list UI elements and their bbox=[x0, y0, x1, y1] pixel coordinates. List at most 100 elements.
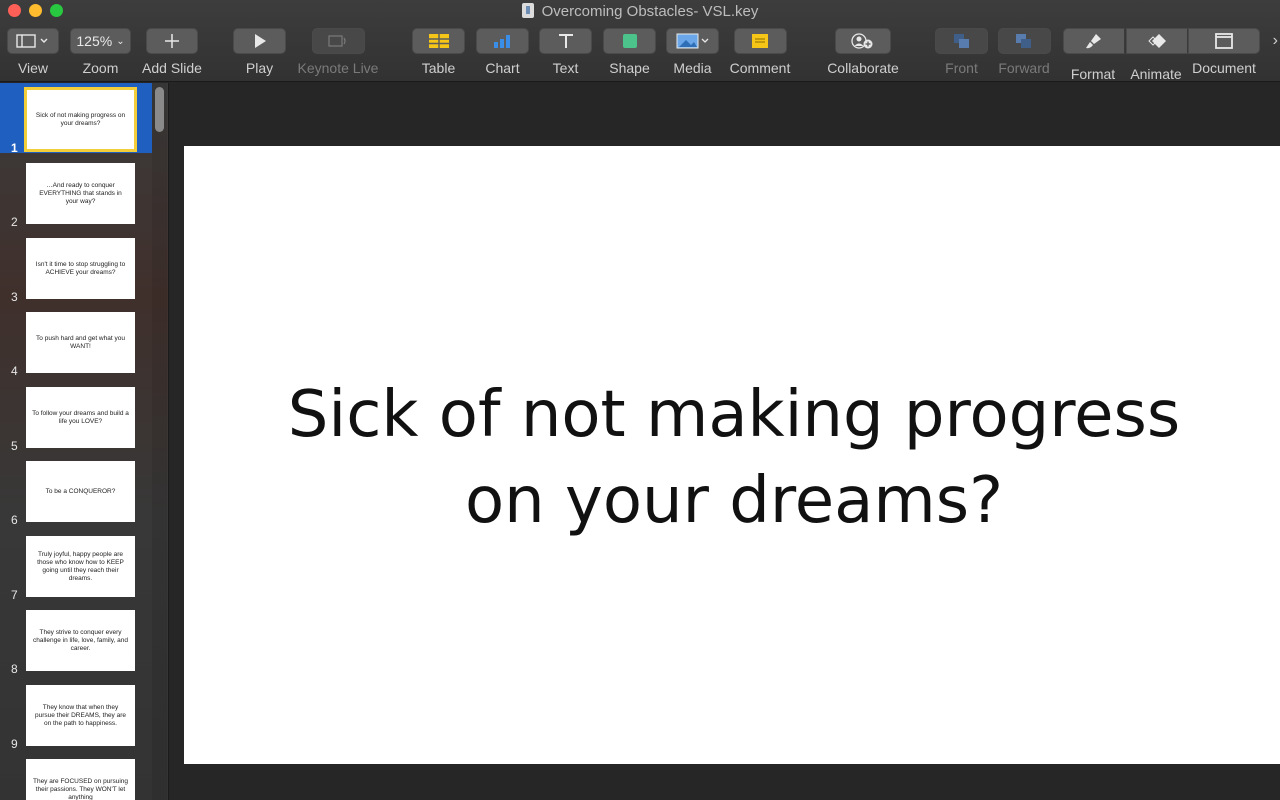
slide-thumbnail-text: They strive to conquer every challenge i… bbox=[26, 610, 135, 671]
document-label: Document bbox=[1192, 60, 1256, 76]
window-toolbar: Overcoming Obstacles- VSL.key View 125% … bbox=[0, 0, 1280, 82]
current-slide[interactable]: Sick of not making progress on your drea… bbox=[184, 146, 1280, 764]
zoom-label: Zoom bbox=[82, 60, 119, 76]
bring-to-front-button[interactable] bbox=[935, 28, 988, 54]
comment-icon bbox=[752, 34, 768, 48]
slide-thumbnail[interactable]: To follow your dreams and build a life y… bbox=[0, 381, 152, 453]
slide-thumbnail-text: To follow your dreams and build a life y… bbox=[26, 387, 135, 448]
slide-number: 1 bbox=[11, 141, 18, 155]
slide-thumbnail[interactable]: Truly joyful, happy people are those who… bbox=[0, 530, 152, 602]
slide-thumbnail-text: They know that when they pursue their DR… bbox=[26, 685, 135, 746]
slide-thumbnail[interactable]: …And ready to conquer EVERYTHING that st… bbox=[0, 157, 152, 229]
animate-button[interactable] bbox=[1125, 28, 1188, 54]
zoom-dropdown[interactable]: 125% ⌄ bbox=[70, 28, 131, 54]
bring-to-front-icon bbox=[953, 34, 969, 48]
add-slide-button[interactable] bbox=[146, 28, 198, 54]
slide-thumbnail-text: Truly joyful, happy people are those who… bbox=[26, 536, 135, 597]
window-title: Overcoming Obstacles- VSL.key bbox=[0, 2, 1280, 21]
collaborate-tool[interactable]: Collaborate bbox=[823, 28, 903, 76]
chart-button[interactable] bbox=[476, 28, 529, 54]
forward-label: Forward bbox=[998, 60, 1050, 76]
window-title-text: Overcoming Obstacles- VSL.key bbox=[541, 3, 759, 20]
document-icon bbox=[1215, 33, 1233, 49]
format-label: Format bbox=[1070, 66, 1116, 82]
comment-button[interactable] bbox=[733, 28, 787, 54]
play-button[interactable] bbox=[233, 28, 286, 54]
plus-icon bbox=[165, 34, 179, 48]
slide-number: 2 bbox=[11, 215, 18, 229]
slide-thumbnail[interactable]: To push hard and get what you WANT! 4 bbox=[0, 306, 152, 378]
shape-button[interactable] bbox=[603, 28, 656, 54]
slide-number: 6 bbox=[11, 513, 18, 527]
comment-tool[interactable]: Comment bbox=[729, 28, 791, 76]
bring-forward-icon bbox=[1016, 34, 1031, 48]
slide-number: 7 bbox=[11, 588, 18, 602]
slide-title-textbox[interactable]: Sick of not making progress on your drea… bbox=[254, 372, 1214, 544]
keynote-live-label: Keynote Live bbox=[297, 60, 379, 76]
table-label: Table bbox=[421, 60, 456, 76]
slide-number: 5 bbox=[11, 439, 18, 453]
collaborate-icon bbox=[851, 33, 873, 49]
keynote-live-tool[interactable]: Keynote Live bbox=[296, 28, 380, 76]
slide-thumbnail[interactable]: They strive to conquer every challenge i… bbox=[0, 604, 152, 676]
media-label: Media bbox=[673, 60, 712, 76]
slide-thumbnail[interactable]: Isn't it time to stop struggling to ACHI… bbox=[0, 232, 152, 304]
table-button[interactable] bbox=[412, 28, 465, 54]
slide-thumbnail[interactable]: To be a CONQUEROR? 6 bbox=[0, 455, 152, 527]
slide-thumbnail-text: To be a CONQUEROR? bbox=[26, 461, 135, 522]
document-tool[interactable]: Document bbox=[1188, 28, 1260, 76]
view-tool[interactable]: View bbox=[7, 28, 59, 76]
document-button[interactable] bbox=[1188, 28, 1260, 54]
add-slide-label: Add Slide bbox=[142, 60, 202, 76]
view-sidebar-icon bbox=[16, 34, 48, 48]
table-icon bbox=[428, 34, 449, 48]
text-label: Text bbox=[552, 60, 579, 76]
chart-tool[interactable]: Chart bbox=[476, 28, 529, 76]
slide-number: 4 bbox=[11, 364, 18, 378]
front-tool[interactable]: Front bbox=[935, 28, 988, 76]
slide-thumbnail[interactable]: They know that when they pursue their DR… bbox=[0, 679, 152, 751]
front-label: Front bbox=[945, 60, 978, 76]
table-tool[interactable]: Table bbox=[412, 28, 465, 76]
play-tool[interactable]: Play bbox=[233, 28, 286, 76]
text-button[interactable] bbox=[539, 28, 592, 54]
slide-thumbnail-text: To push hard and get what you WANT! bbox=[26, 312, 135, 373]
slide-thumbnail-text: They are FOCUSED on pursuing their passi… bbox=[26, 759, 135, 800]
chart-icon bbox=[493, 35, 510, 48]
media-icon bbox=[676, 33, 708, 49]
zoom-tool[interactable]: 125% ⌄ Zoom bbox=[70, 28, 131, 76]
bring-forward-button[interactable] bbox=[997, 28, 1051, 54]
play-icon bbox=[254, 34, 266, 48]
slide-thumbnail[interactable]: Sick of not making progress on your drea… bbox=[0, 83, 152, 155]
collaborate-button[interactable] bbox=[835, 28, 891, 54]
slide-thumbnail-text: Isn't it time to stop struggling to ACHI… bbox=[26, 238, 135, 299]
format-button[interactable] bbox=[1062, 28, 1125, 54]
navigator-scrollbar[interactable] bbox=[155, 87, 164, 132]
media-tool[interactable]: Media bbox=[666, 28, 719, 76]
shape-label: Shape bbox=[609, 60, 650, 76]
toolbar-overflow-chevron-icon[interactable]: › bbox=[1273, 32, 1278, 50]
slide-title-line-1: Sick of not making progress bbox=[287, 378, 1181, 452]
keynote-live-button[interactable] bbox=[311, 28, 365, 54]
media-button[interactable] bbox=[666, 28, 719, 54]
paintbrush-icon bbox=[1085, 34, 1101, 49]
comment-label: Comment bbox=[729, 60, 791, 76]
shape-tool[interactable]: Shape bbox=[603, 28, 656, 76]
forward-tool[interactable]: Forward bbox=[995, 28, 1053, 76]
slide-canvas[interactable]: Sick of not making progress on your drea… bbox=[170, 83, 1280, 800]
view-button[interactable] bbox=[7, 28, 59, 54]
view-label: View bbox=[17, 60, 49, 76]
navigator-scroll-track[interactable] bbox=[152, 83, 167, 800]
slide-number: 8 bbox=[11, 662, 18, 676]
chart-label: Chart bbox=[485, 60, 520, 76]
inspector-tabs bbox=[1062, 28, 1188, 54]
slide-thumbnail-text: Sick of not making progress on your drea… bbox=[24, 87, 137, 152]
slide-navigator[interactable]: Sick of not making progress on your drea… bbox=[0, 83, 169, 800]
text-tool[interactable]: Text bbox=[539, 28, 592, 76]
add-slide-tool[interactable]: Add Slide bbox=[140, 28, 204, 76]
slide-thumbnail-text: …And ready to conquer EVERYTHING that st… bbox=[26, 163, 135, 224]
slide-title-line-2: on your dreams? bbox=[464, 464, 1004, 538]
slide-thumbnail[interactable]: They are FOCUSED on pursuing their passi… bbox=[0, 753, 152, 800]
keynote-live-icon bbox=[328, 35, 346, 47]
animate-diamond-icon bbox=[1147, 34, 1166, 48]
